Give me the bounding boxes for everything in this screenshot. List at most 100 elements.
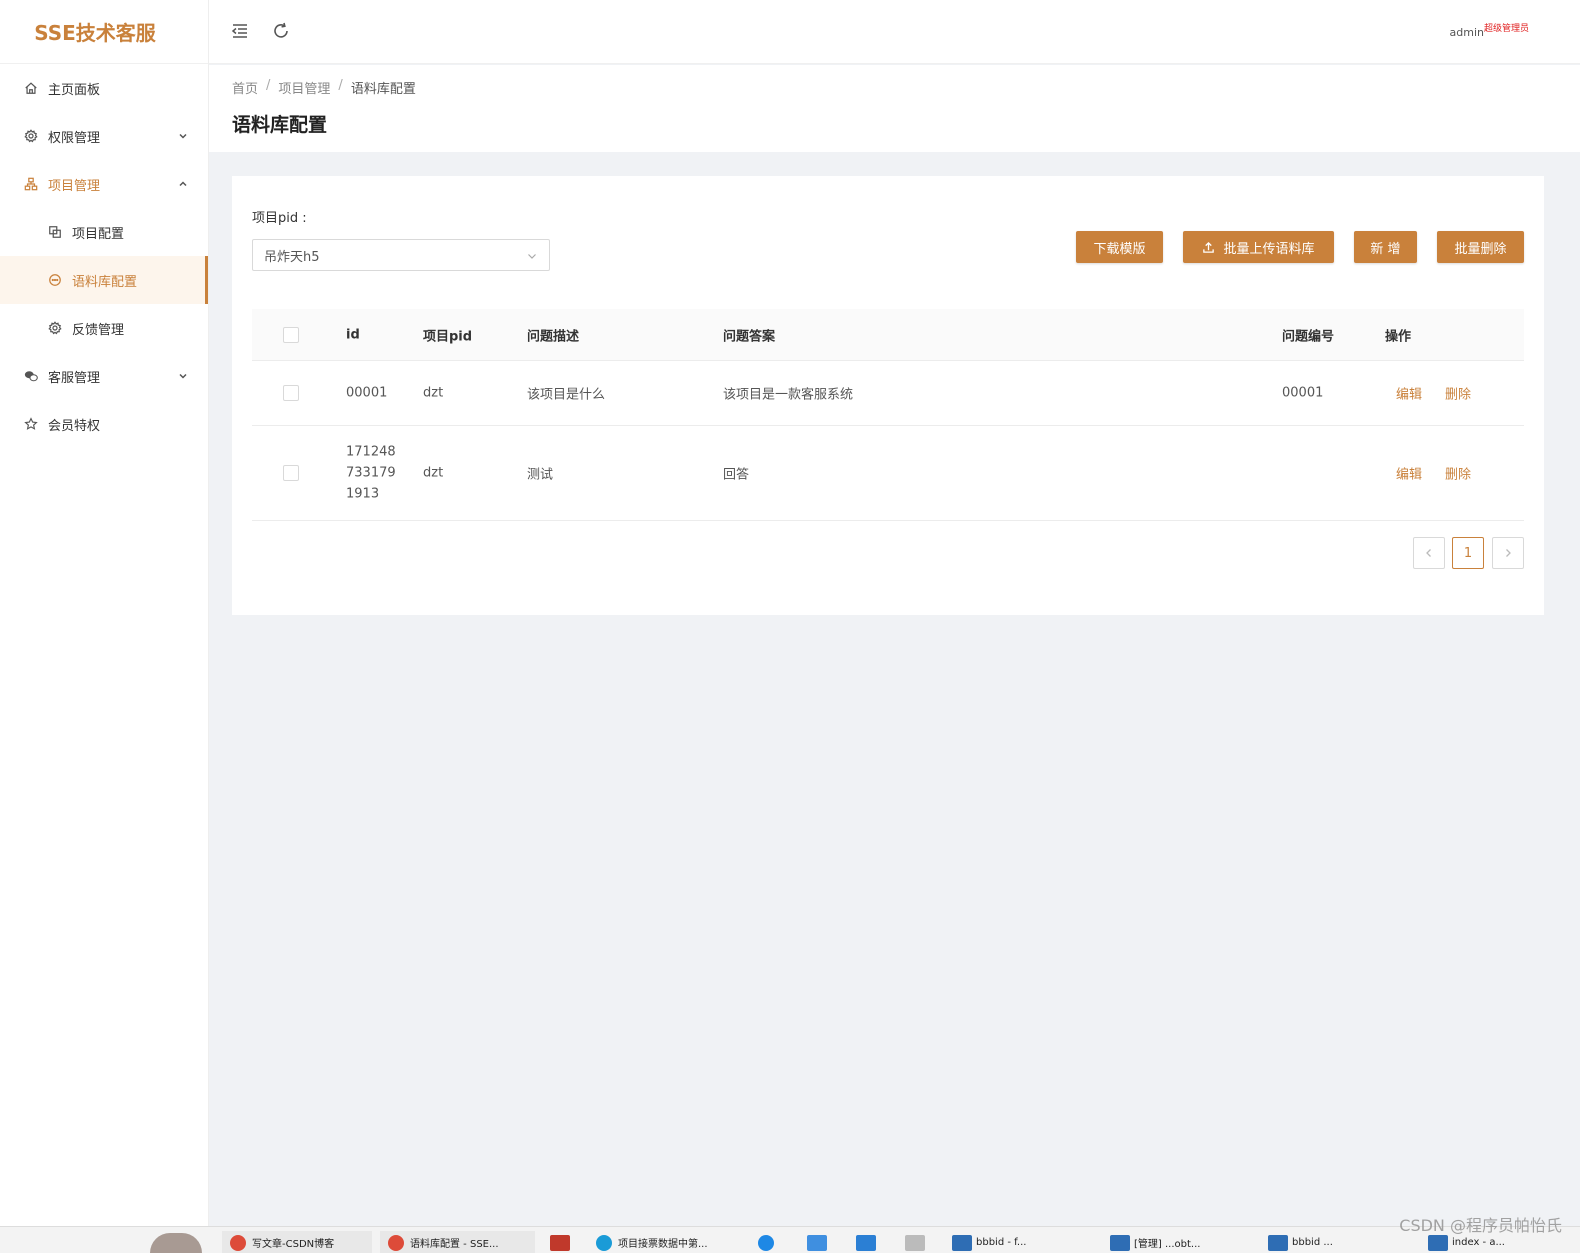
cell-id: 00001 (346, 385, 388, 401)
taskbar-item-label: 写文章-CSDN博客 (252, 1239, 335, 1250)
taskbar-item[interactable] (550, 1231, 578, 1253)
refresh-icon[interactable] (271, 21, 291, 41)
delete-link[interactable]: 删除 (1445, 464, 1471, 483)
user-menu[interactable]: admin超级管理员 (1449, 24, 1529, 39)
chevron-down-icon (178, 130, 188, 140)
filezilla-icon (550, 1234, 570, 1251)
sidebar-item-projects[interactable]: 项目管理 (0, 160, 208, 208)
batch-delete-button[interactable]: 批量删除 (1437, 231, 1524, 263)
taskbar-item-label: bbbid - f... (976, 1237, 1027, 1248)
filter-label: 项目pid : (252, 211, 307, 226)
breadcrumb-home[interactable]: 首页 (232, 78, 258, 97)
taskbar-item-label: 语料库配置 - SSE... (410, 1239, 499, 1250)
add-button[interactable]: 新 增 (1354, 231, 1417, 263)
role-badge: 超级管理员 (1483, 24, 1529, 34)
column-header-answer: 问题答案 (723, 329, 776, 344)
taskbar-item[interactable] (758, 1231, 784, 1253)
copy-icon (48, 225, 62, 239)
button-label: 批量删除 (1454, 241, 1507, 257)
username: admin (1449, 26, 1484, 39)
menu-fold-icon[interactable] (230, 21, 250, 41)
sidebar-item-label: 项目配置 (72, 226, 125, 242)
chrome-icon (230, 1234, 246, 1251)
column-header-number: 问题编号 (1282, 329, 1335, 344)
app-logo[interactable]: SSE技术客服 (0, 0, 208, 64)
sidebar-item-feedback[interactable]: 反馈管理 (0, 304, 208, 352)
taskbar-avatar[interactable] (150, 1231, 206, 1253)
content-card: 项目pid : 吊炸天h5 下载模版 批量上传语料库 新 增 批量删除 id 项… (232, 176, 1544, 615)
button-label: 下载模版 (1093, 241, 1146, 257)
message-icon (48, 273, 62, 287)
taskbar-item-label: bbbid ... (1292, 1237, 1333, 1248)
edit-link[interactable]: 编辑 (1396, 384, 1422, 403)
pagination-page[interactable]: 1 (1452, 537, 1484, 569)
button-label: 新 增 (1370, 241, 1401, 257)
sidebar-item-project-config[interactable]: 项目配置 (0, 208, 208, 256)
webstorm-icon (1428, 1234, 1448, 1251)
sidebar-item-label: 权限管理 (48, 130, 101, 146)
taskbar-item[interactable]: [管理] ...obt... (1110, 1231, 1250, 1253)
webstorm-icon (952, 1234, 972, 1251)
pagination-prev-button[interactable] (1413, 537, 1445, 569)
row-checkbox[interactable] (283, 465, 299, 481)
chevron-down-icon (527, 250, 537, 260)
taskbar-item[interactable] (856, 1231, 882, 1253)
select-all-checkbox[interactable] (283, 326, 299, 343)
cell-number: 00001 (1282, 385, 1324, 401)
sidebar-item-label: 项目管理 (48, 178, 101, 194)
upload-icon (1203, 241, 1215, 253)
sidebar-item-label: 主页面板 (48, 82, 101, 98)
cell-pid: dzt (423, 465, 444, 481)
sidebar-item-label: 反馈管理 (72, 322, 125, 338)
sidebar-item-membership[interactable]: 会员特权 (0, 400, 208, 448)
sidebar-item-customer-service[interactable]: 客服管理 (0, 352, 208, 400)
batch-upload-button[interactable]: 批量上传语料库 (1183, 231, 1334, 263)
taskbar-item[interactable]: bbbid ... (1268, 1231, 1408, 1253)
table-row: 171248 733179 1913 dzt 测试 回答 编辑 删除 (252, 426, 1524, 521)
cell-question: 测试 (527, 467, 554, 483)
cell-pid: dzt (423, 385, 444, 401)
taskbar-item-label: [管理] ...obt... (1134, 1239, 1201, 1250)
taskbar-item-label: index - a... (1452, 1237, 1505, 1248)
mail-icon (807, 1234, 827, 1251)
table-row: 00001 dzt 该项目是什么 该项目是一款客服系统 00001 编辑 删除 (252, 361, 1524, 426)
row-checkbox[interactable] (283, 385, 299, 401)
cell-id-line: 171248 (346, 444, 396, 460)
chevron-left-icon (1426, 549, 1431, 557)
folder-icon (905, 1234, 925, 1251)
table-header: id 项目pid 问题描述 问题答案 问题编号 操作 (252, 309, 1524, 361)
breadcrumb-projects[interactable]: 项目管理 (278, 78, 330, 97)
webstorm-icon (1110, 1234, 1130, 1251)
delete-link[interactable]: 删除 (1445, 384, 1471, 403)
download-template-button[interactable]: 下载模版 (1076, 231, 1163, 263)
sidebar-item-permissions[interactable]: 权限管理 (0, 112, 208, 160)
sidebar-item-label: 会员特权 (48, 418, 101, 434)
column-header-id: id (346, 327, 360, 342)
sidebar-item-dashboard[interactable]: 主页面板 (0, 64, 208, 112)
cell-question: 该项目是什么 (527, 387, 606, 403)
chevron-up-icon (178, 178, 188, 188)
taskbar-item[interactable] (905, 1231, 931, 1253)
taskbar-item[interactable]: 项目接票数据中第... (596, 1231, 746, 1253)
sidebar-item-corpus-config[interactable]: 语料库配置 (0, 256, 208, 304)
taskbar-item[interactable]: 语料库配置 - SSE... (380, 1231, 535, 1253)
taskbar-item[interactable]: 写文章-CSDN博客 (222, 1231, 372, 1253)
taskbar-item[interactable]: bbbid - f... (952, 1231, 1092, 1253)
top-header: admin超级管理员 (209, 0, 1580, 64)
app-icon (856, 1234, 876, 1251)
chrome-icon (388, 1234, 404, 1251)
cell-id-line: 1913 (346, 486, 380, 502)
star-icon (24, 417, 38, 431)
edit-link[interactable]: 编辑 (1396, 464, 1422, 483)
home-icon (24, 81, 38, 95)
taskbar-item[interactable] (807, 1231, 833, 1253)
sidebar-item-label: 语料库配置 (72, 274, 138, 290)
os-taskbar: 写文章-CSDN博客 语料库配置 - SSE... 项目接票数据中第... bb… (0, 1226, 1580, 1253)
sidebar-item-label: 客服管理 (48, 370, 101, 386)
project-pid-select[interactable]: 吊炸天h5 (252, 239, 550, 271)
watermark: CSDN @程序员帕怡氏 (1399, 1216, 1562, 1235)
cell-answer: 回答 (723, 467, 750, 483)
breadcrumb-current: 语料库配置 (350, 82, 416, 97)
taskbar-item-label: 项目接票数据中第... (618, 1239, 708, 1250)
pagination-next-button[interactable] (1492, 537, 1524, 569)
